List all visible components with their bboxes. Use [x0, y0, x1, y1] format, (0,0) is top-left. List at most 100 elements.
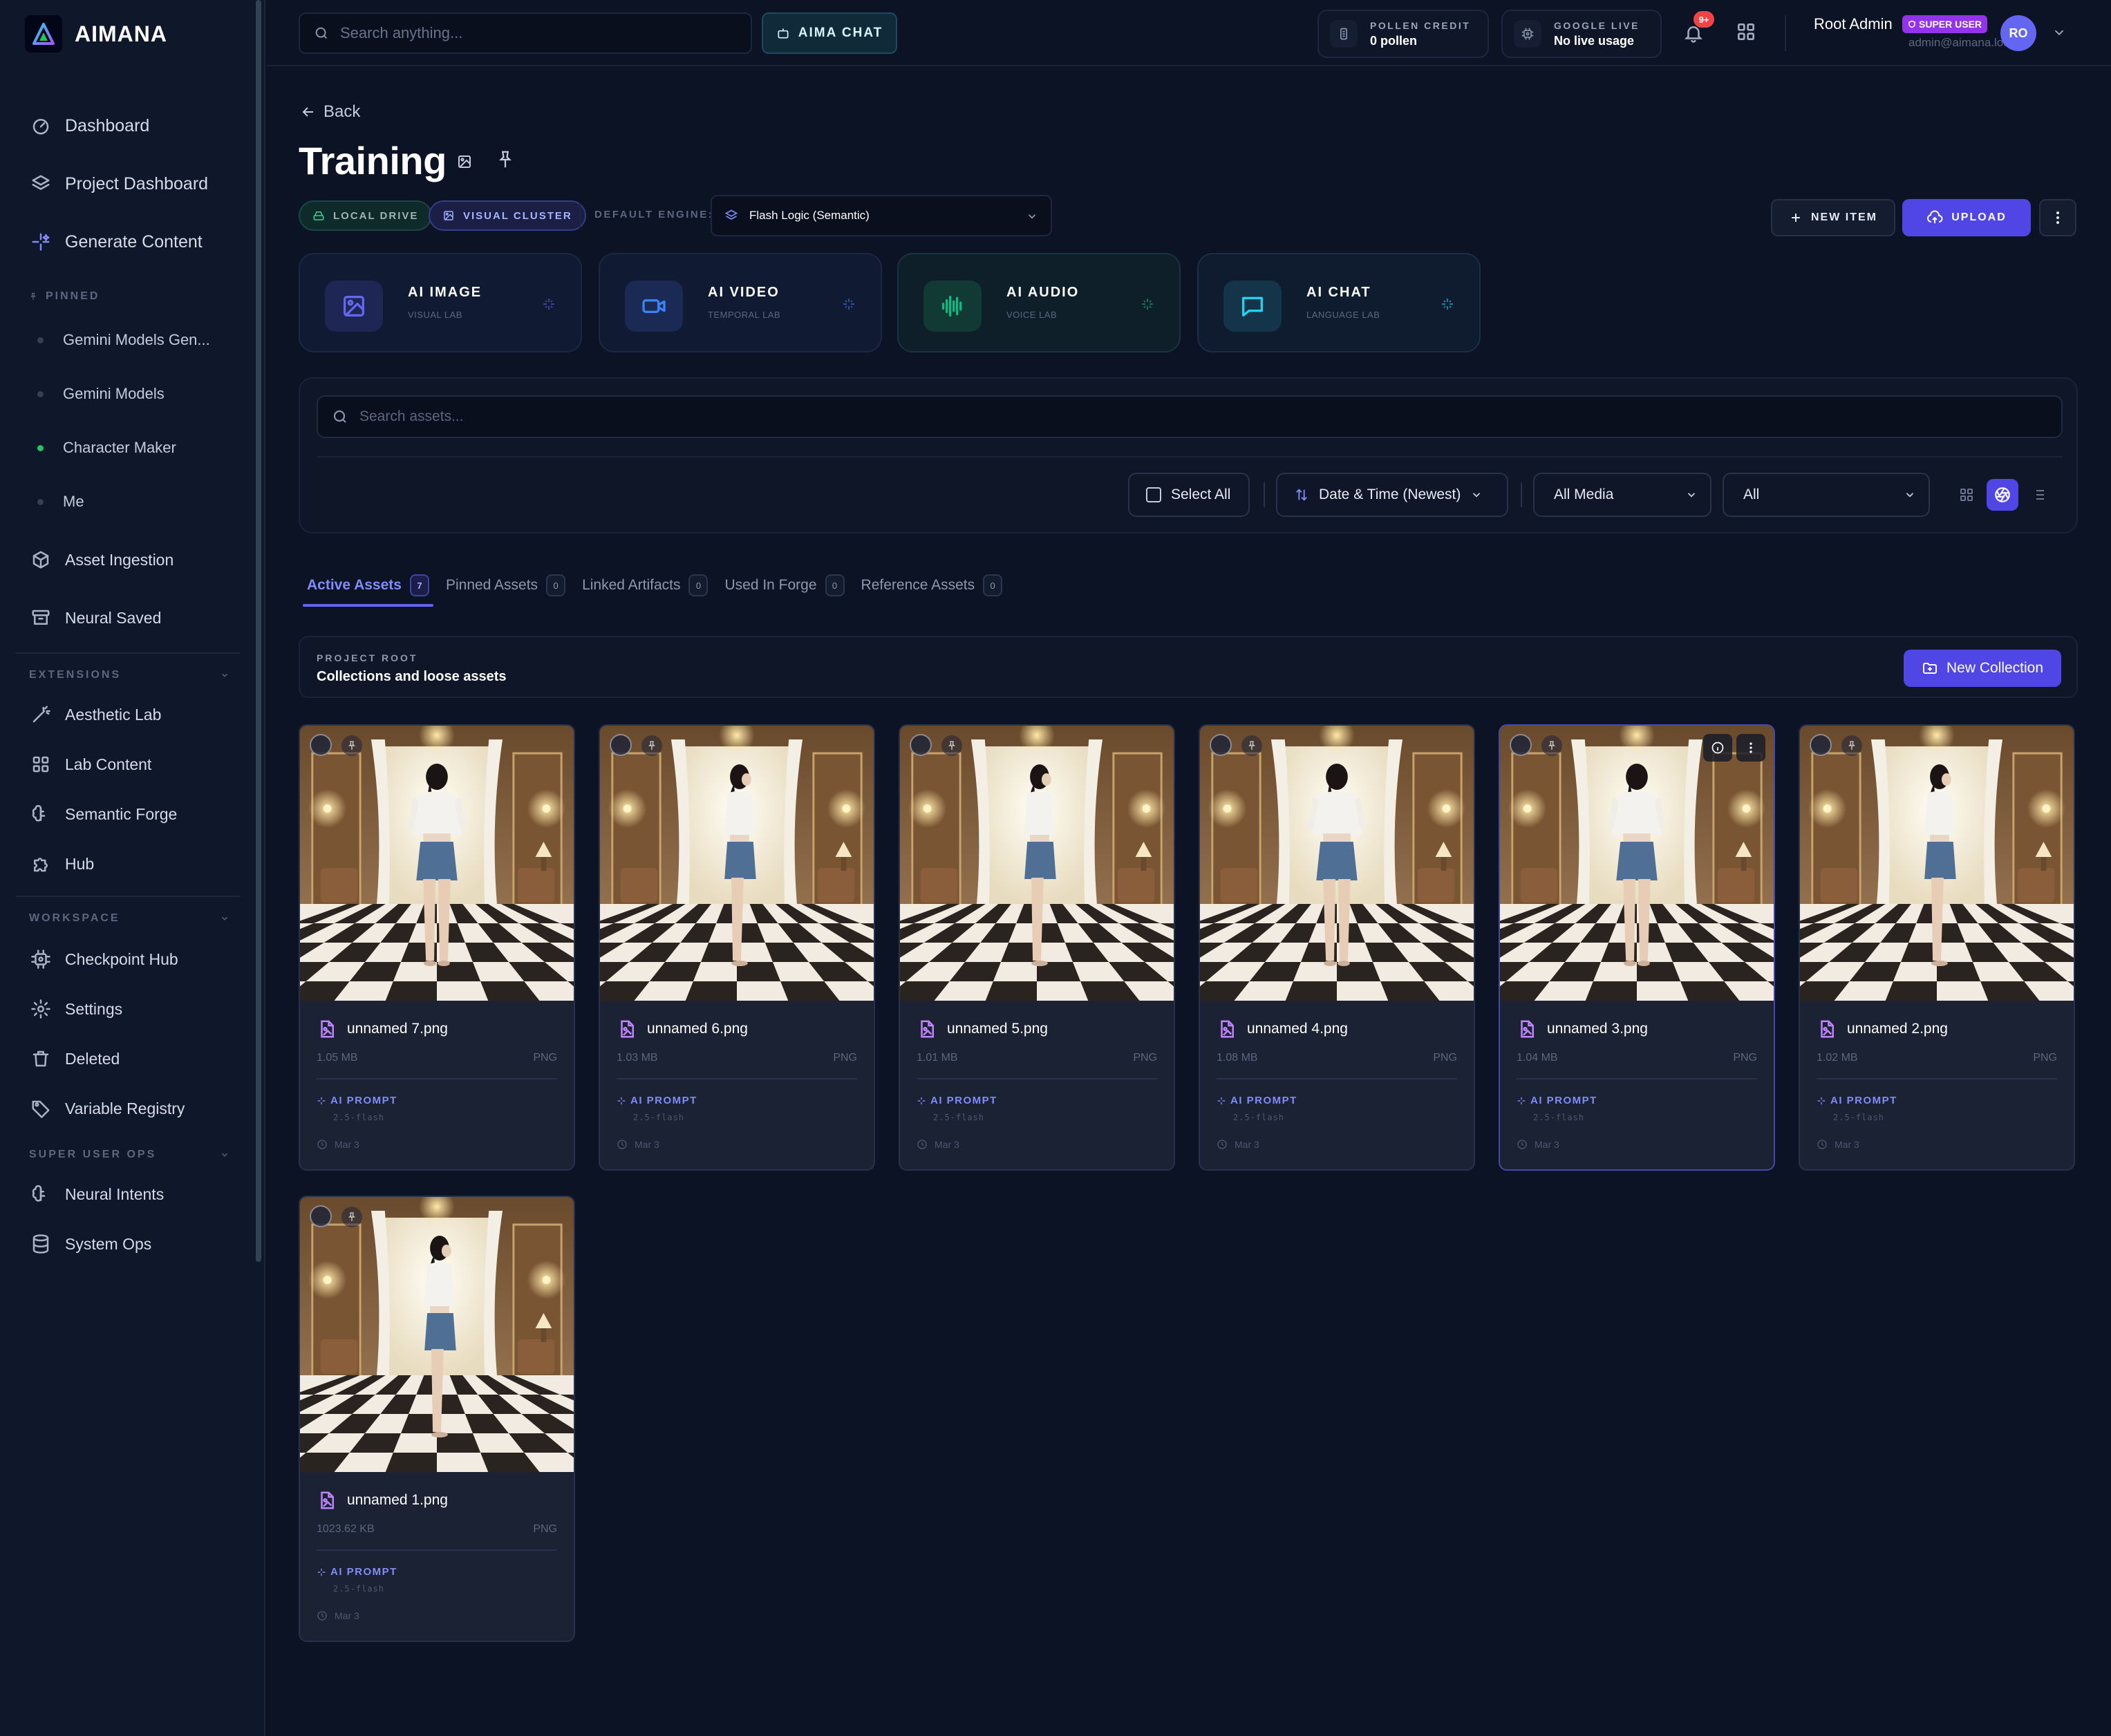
visual-cluster-chip[interactable]: VISUAL CLUSTER: [429, 200, 586, 231]
google-live-pill[interactable]: GOOGLE LIVE No live usage: [1501, 10, 1662, 58]
sidebar-item-lab-content[interactable]: Lab Content: [15, 742, 241, 786]
pin-icon[interactable]: [495, 149, 514, 169]
new-collection-button[interactable]: New Collection: [1904, 650, 2061, 687]
grid-view-icon[interactable]: [1951, 479, 1982, 511]
asset-thumbnail[interactable]: [1500, 726, 1774, 1001]
avatar[interactable]: RO: [2000, 15, 2036, 51]
pin-icon[interactable]: [941, 735, 962, 756]
list-view-icon[interactable]: [2023, 479, 2054, 511]
aima-chat-button[interactable]: AIMA CHAT: [762, 12, 897, 54]
sidebar-item-neural-saved[interactable]: Neural Saved: [15, 596, 241, 640]
asset-thumbnail[interactable]: [900, 726, 1174, 1001]
select-checkbox[interactable]: [310, 1205, 332, 1227]
sidebar-section-header[interactable]: EXTENSIONS: [29, 669, 229, 681]
asset-card[interactable]: unnamed 3.png 1.04 MB PNG AI PROMPT 2.5-flas…: [1499, 724, 1775, 1171]
ai-prompt-tag[interactable]: AI PROMPT: [317, 1095, 397, 1106]
sidebar-item-generate-content[interactable]: Generate Content: [15, 220, 241, 264]
select-checkbox[interactable]: [310, 734, 332, 756]
sidebar-pinned-header: PINNED: [29, 290, 229, 303]
pin-icon[interactable]: [341, 1207, 362, 1227]
sidebar-item-asset-ingestion[interactable]: Asset Ingestion: [15, 538, 241, 582]
apps-grid-icon[interactable]: [1735, 21, 1760, 46]
pin-icon[interactable]: [1541, 735, 1562, 756]
select-all-button[interactable]: Select All: [1128, 473, 1250, 517]
tab-pinned-assets[interactable]: Pinned Assets 0: [438, 564, 574, 607]
global-search-input[interactable]: Search anything...: [299, 12, 752, 54]
info-icon[interactable]: [1703, 734, 1732, 762]
select-checkbox[interactable]: [610, 734, 632, 756]
sidebar-item-aesthetic-lab[interactable]: Aesthetic Lab: [15, 692, 241, 737]
asset-thumbnail[interactable]: [600, 726, 874, 1001]
pinned-item-gemini-models-gen[interactable]: Gemini Models Gen...: [15, 321, 241, 359]
brand[interactable]: AIMANA: [25, 15, 167, 53]
asset-card[interactable]: unnamed 1.png 1023.62 KB PNG AI PROMPT 2.5-f…: [299, 1196, 575, 1642]
pin-icon[interactable]: [641, 735, 662, 756]
sidebar-item-semantic-forge[interactable]: Semantic Forge: [15, 792, 241, 836]
engine-select[interactable]: Flash Logic (Semantic): [711, 195, 1052, 236]
asset-size: 1.04 MB: [1517, 1052, 1558, 1064]
tab-active-assets[interactable]: Active Assets 7: [299, 564, 438, 607]
asset-thumbnail[interactable]: [1200, 726, 1474, 1001]
sidebar-item-project-dashboard[interactable]: Project Dashboard: [15, 162, 241, 206]
sidebar-item-system-ops[interactable]: System Ops: [15, 1222, 241, 1266]
select-checkbox[interactable]: [1510, 734, 1532, 756]
sidebar-item-hub[interactable]: Hub: [15, 842, 241, 886]
card-divider: [317, 1549, 557, 1551]
local-drive-chip[interactable]: LOCAL DRIVE: [299, 200, 433, 231]
select-checkbox[interactable]: [1210, 734, 1232, 756]
tab-used-in-forge[interactable]: Used In Forge 0: [716, 564, 852, 607]
ai-prompt-tag[interactable]: AI PROMPT: [917, 1095, 997, 1106]
sidebar-item-settings[interactable]: Settings: [15, 987, 241, 1031]
asset-search-input[interactable]: Search assets...: [317, 395, 2063, 438]
visual-cluster-label: VISUAL CLUSTER: [463, 209, 572, 222]
asset-thumbnail[interactable]: [300, 1197, 574, 1472]
lab-card-ai-video[interactable]: AI VIDEO TEMPORAL LAB: [599, 253, 882, 352]
sidebar-item-deleted[interactable]: Deleted: [15, 1037, 241, 1081]
sidebar-item-variable-registry[interactable]: Variable Registry: [15, 1086, 241, 1131]
lab-card-ai-chat[interactable]: AI CHAT LANGUAGE LAB: [1197, 253, 1481, 352]
pin-icon[interactable]: [341, 735, 362, 756]
media-type-select[interactable]: All Media: [1533, 473, 1711, 517]
back-link[interactable]: Back: [300, 102, 360, 122]
lab-card-ai-image[interactable]: AI IMAGE VISUAL LAB: [299, 253, 582, 352]
select-checkbox[interactable]: [1810, 734, 1832, 756]
asset-card[interactable]: unnamed 2.png 1.02 MB PNG AI PROMPT 2.5-flas…: [1799, 724, 2075, 1171]
ai-prompt-tag[interactable]: AI PROMPT: [317, 1566, 397, 1578]
pollen-credit-pill[interactable]: POLLEN CREDIT 0 pollen: [1317, 10, 1489, 58]
more-options-button[interactable]: [2039, 199, 2076, 236]
pinned-item-character-maker[interactable]: Character Maker: [15, 428, 241, 467]
sort-select[interactable]: Date & Time (Newest): [1276, 473, 1508, 517]
pinned-item-gemini-models[interactable]: Gemini Models: [15, 375, 241, 413]
pinned-item-me[interactable]: Me: [15, 482, 241, 521]
lab-card-ai-audio[interactable]: AI AUDIO VOICE LAB: [897, 253, 1181, 352]
tab-linked-artifacts[interactable]: Linked Artifacts 0: [574, 564, 716, 607]
sidebar-scrollbar[interactable]: [256, 0, 261, 1262]
ai-prompt-tag[interactable]: AI PROMPT: [617, 1095, 697, 1106]
ai-prompt-tag[interactable]: AI PROMPT: [1217, 1095, 1297, 1106]
sidebar-item-neural-intents[interactable]: Neural Intents: [15, 1172, 241, 1216]
sidebar-item-dashboard[interactable]: Dashboard: [15, 104, 241, 148]
sidebar-item-checkpoint-hub[interactable]: Checkpoint Hub: [15, 937, 241, 981]
ai-prompt-tag[interactable]: AI PROMPT: [1817, 1095, 1897, 1106]
pin-icon[interactable]: [1841, 735, 1862, 756]
image-icon[interactable]: [456, 153, 476, 173]
more-vertical-icon[interactable]: [1736, 734, 1765, 762]
clock-icon: [1517, 1139, 1528, 1150]
asset-card[interactable]: unnamed 6.png 1.03 MB PNG AI PROMPT 2.5-flas…: [599, 724, 875, 1171]
scope-select[interactable]: All: [1723, 473, 1930, 517]
asset-thumbnail[interactable]: [300, 726, 574, 1001]
aperture-view-icon[interactable]: [1987, 479, 2018, 511]
chevron-down-icon[interactable]: [2052, 25, 2067, 40]
ai-prompt-tag[interactable]: AI PROMPT: [1517, 1095, 1597, 1106]
asset-thumbnail[interactable]: [1800, 726, 2074, 1001]
tab-reference-assets[interactable]: Reference Assets 0: [853, 564, 1011, 607]
asset-card[interactable]: unnamed 5.png 1.01 MB PNG AI PROMPT 2.5-flas…: [899, 724, 1175, 1171]
asset-card[interactable]: unnamed 7.png 1.05 MB PNG AI PROMPT 2.5-flas…: [299, 724, 575, 1171]
asset-card[interactable]: unnamed 4.png 1.08 MB PNG AI PROMPT 2.5-flas…: [1199, 724, 1475, 1171]
upload-button[interactable]: UPLOAD: [1902, 199, 2031, 236]
new-item-button[interactable]: NEW ITEM: [1771, 199, 1895, 236]
pin-icon[interactable]: [1241, 735, 1262, 756]
select-checkbox[interactable]: [910, 734, 932, 756]
sidebar-section-header[interactable]: SUPER USER OPS: [29, 1149, 229, 1161]
sidebar-section-header[interactable]: WORKSPACE: [29, 912, 229, 925]
